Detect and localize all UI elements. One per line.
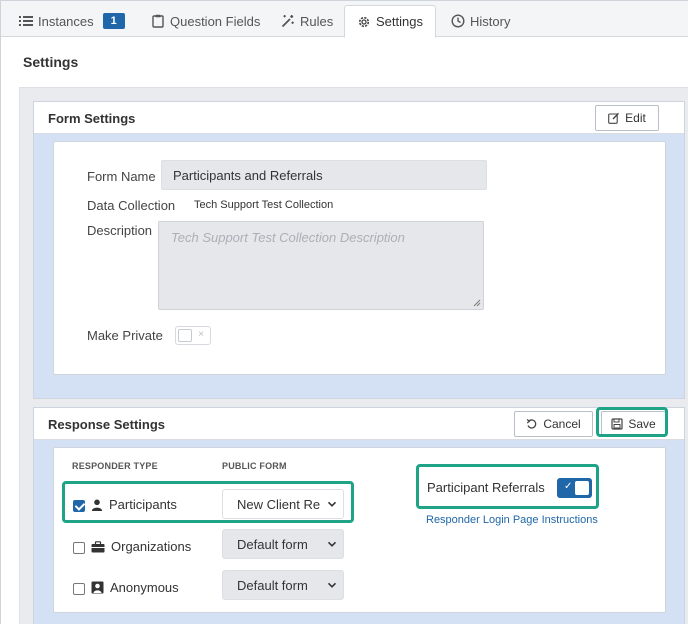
response-settings-header: Response Settings Cancel Save <box>34 408 684 440</box>
anonymous-form-select[interactable]: Default form <box>222 570 344 600</box>
page-title: Settings <box>23 54 79 70</box>
responder-type-label: Organizations <box>111 539 192 554</box>
description-label: Description <box>87 223 153 238</box>
tab-history[interactable]: History <box>443 5 518 37</box>
make-private-label: Make Private <box>87 328 163 343</box>
response-settings-title: Response Settings <box>48 417 166 432</box>
clipboard-icon <box>152 14 164 28</box>
participants-highlight-box <box>62 481 354 523</box>
cancel-button[interactable]: Cancel <box>514 411 593 437</box>
organizations-form-select[interactable]: Default form <box>222 529 344 559</box>
save-highlight-box <box>596 407 668 437</box>
clock-icon <box>451 14 465 28</box>
gear-icon <box>358 16 370 27</box>
edit-button[interactable]: Edit <box>595 105 659 131</box>
tab-label: Instances <box>38 13 94 29</box>
list-icon <box>19 16 33 26</box>
form-settings-title: Form Settings <box>48 111 136 126</box>
responder-type-label: Anonymous <box>110 580 179 595</box>
public-form-column-header: PUBLIC FORM <box>222 461 287 471</box>
form-settings-header: Form Settings Edit <box>34 102 684 134</box>
description-placeholder: Tech Support Test Collection Description <box>171 230 405 245</box>
briefcase-icon <box>91 540 105 552</box>
make-private-toggle[interactable]: × <box>175 326 211 345</box>
cancel-button-label: Cancel <box>543 417 581 431</box>
form-settings-card: Form Name Participants and Referrals Dat… <box>53 141 666 375</box>
organizations-row: Organizations <box>91 539 191 554</box>
chevron-down-icon <box>327 582 337 588</box>
magic-wand-icon <box>281 15 294 28</box>
tab-instances[interactable]: Instances 1 <box>11 5 133 37</box>
anonymous-row: Anonymous <box>91 580 179 595</box>
organizations-checkbox[interactable] <box>73 542 85 554</box>
toggle-knob <box>178 329 192 342</box>
tab-settings[interactable]: Settings <box>344 5 436 38</box>
form-settings-panel: Form Settings Edit Form Name Participant… <box>33 101 685 399</box>
selected-value: Default form <box>237 578 308 593</box>
tab-label: Settings <box>376 14 423 29</box>
tab-label: Question Fields <box>170 13 261 29</box>
tab-question-fields[interactable]: Question Fields <box>143 5 268 37</box>
edit-button-label: Edit <box>625 111 646 125</box>
tab-bar: Instances 1 Question Fields Rules Settin… <box>1 1 688 38</box>
description-textarea[interactable]: Tech Support Test Collection Description <box>158 221 484 310</box>
tab-rules[interactable]: Rules <box>273 5 341 37</box>
tab-label: Rules <box>300 13 334 29</box>
form-name-field[interactable]: Participants and Referrals <box>161 160 487 190</box>
undo-icon <box>526 418 537 429</box>
responder-type-column-header: RESPONDER TYPE <box>72 461 158 471</box>
app-frame: Instances 1 Question Fields Rules Settin… <box>0 0 688 624</box>
resize-handle-icon <box>473 299 481 307</box>
anonymous-checkbox[interactable] <box>73 583 85 595</box>
tab-label: History <box>470 13 511 29</box>
chevron-down-icon <box>327 541 337 547</box>
responder-login-instructions-link[interactable]: Responder Login Page Instructions <box>426 514 598 526</box>
anonymous-user-icon <box>91 581 104 594</box>
participant-referrals-highlight-box <box>416 464 599 509</box>
data-collection-value: Tech Support Test Collection <box>194 199 334 211</box>
instances-count-badge: 1 <box>102 13 125 29</box>
form-name-label: Form Name <box>87 169 156 184</box>
data-collection-label: Data Collection <box>87 198 176 213</box>
edit-icon <box>608 112 620 124</box>
close-icon: × <box>198 329 204 340</box>
selected-value: Default form <box>237 537 308 552</box>
